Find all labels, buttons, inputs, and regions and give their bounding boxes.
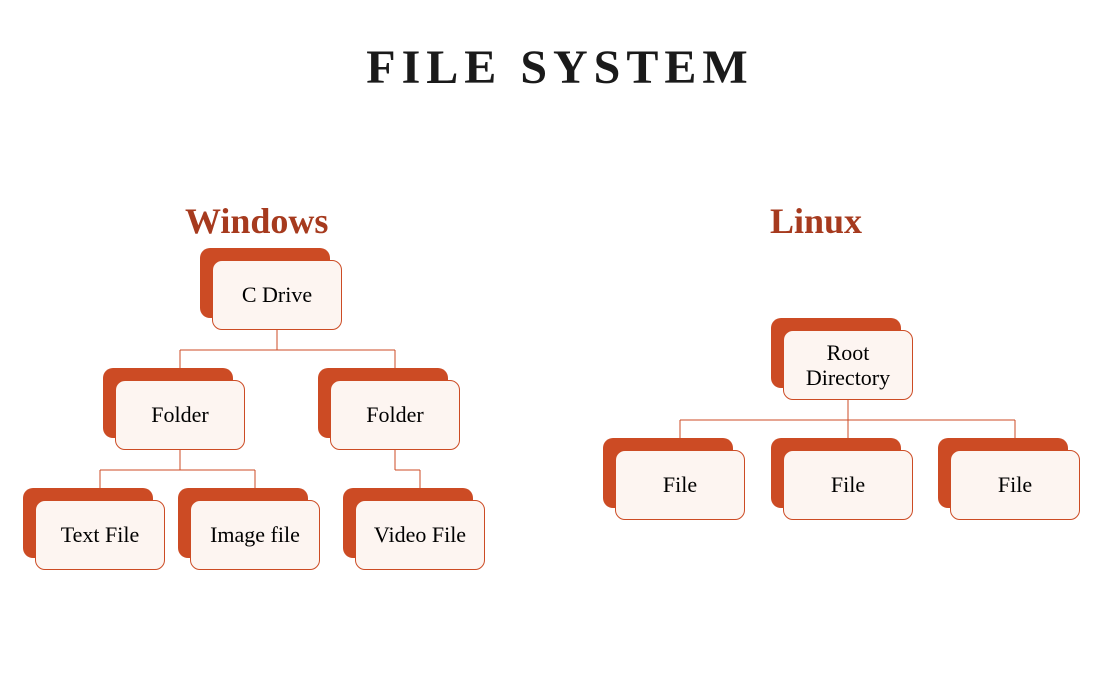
windows-root-label: C Drive — [212, 260, 342, 330]
linux-leaf-label: File — [950, 450, 1080, 520]
linux-leaf-node: File — [615, 450, 745, 520]
windows-leaf-node: Text File — [35, 500, 165, 570]
windows-leaf-node: Video File — [355, 500, 485, 570]
linux-root-node: Root Directory — [783, 330, 913, 400]
linux-root-label: Root Directory — [783, 330, 913, 400]
windows-folder-node: Folder — [115, 380, 245, 450]
windows-leaf-label: Video File — [355, 500, 485, 570]
linux-leaf-label: File — [783, 450, 913, 520]
windows-leaf-node: Image file — [190, 500, 320, 570]
linux-heading: Linux — [770, 200, 862, 242]
page-title: FILE SYSTEM — [0, 40, 1120, 95]
linux-leaf-label: File — [615, 450, 745, 520]
windows-folder-label: Folder — [115, 380, 245, 450]
windows-root-node: C Drive — [212, 260, 342, 330]
connector-lines — [0, 40, 1120, 692]
windows-folder-node: Folder — [330, 380, 460, 450]
windows-heading: Windows — [185, 200, 328, 242]
windows-folder-label: Folder — [330, 380, 460, 450]
windows-leaf-label: Image file — [190, 500, 320, 570]
linux-leaf-node: File — [783, 450, 913, 520]
linux-leaf-node: File — [950, 450, 1080, 520]
windows-leaf-label: Text File — [35, 500, 165, 570]
